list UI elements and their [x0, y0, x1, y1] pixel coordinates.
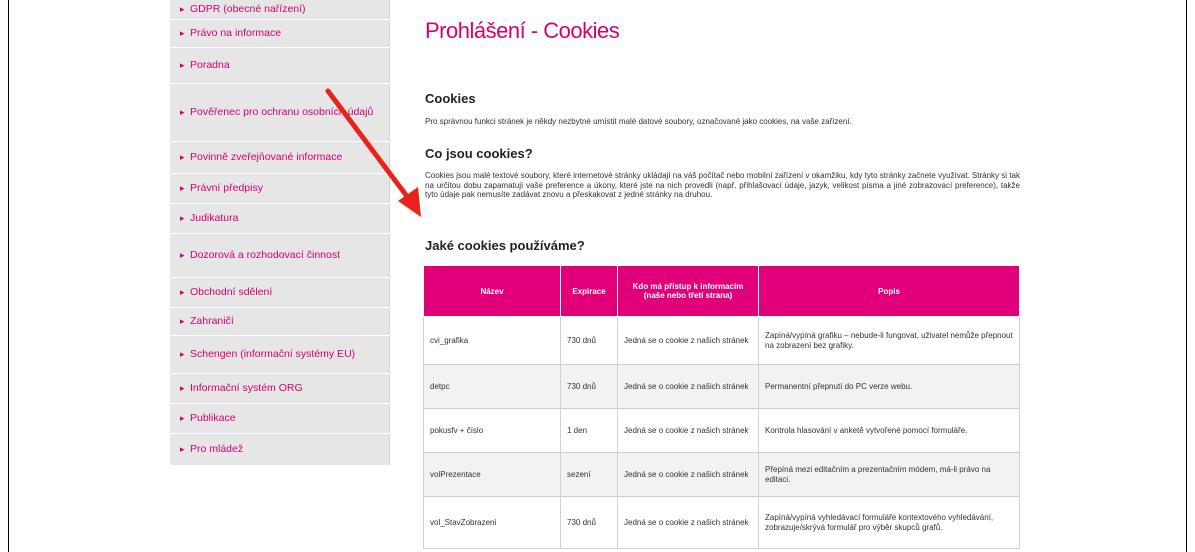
section-text-what-are-cookies: Cookies jsou malé textové soubory, které… — [425, 171, 1020, 199]
cell-access: Jedná se o cookie z našich stránek — [617, 496, 759, 549]
cell-expiry: 1 den — [560, 408, 618, 453]
chevron-right-icon: ▸ — [180, 250, 185, 260]
column-header-description: Popis — [758, 265, 1020, 317]
cell-expiry: sezení — [560, 452, 618, 497]
chevron-right-icon: ▸ — [180, 349, 185, 359]
chevron-right-icon: ▸ — [180, 413, 185, 423]
table-row: volPrezentace sezení Jedná se o cookie z… — [423, 452, 1020, 497]
chevron-right-icon: ▸ — [180, 28, 185, 38]
table-row: detpc 730 dnů Jedná se o cookie z našich… — [423, 364, 1020, 409]
page-title: Prohlášení - Cookies — [425, 18, 620, 43]
cell-access: Jedná se o cookie z našich stránek — [617, 316, 759, 365]
sidebar-nav: ▸ GDPR (obecné nařízení) ▸ Právo na inform… — [170, 0, 390, 466]
cell-name: detpc — [423, 364, 561, 409]
chevron-right-icon: ▸ — [180, 287, 185, 297]
chevron-right-icon: ▸ — [180, 316, 185, 326]
chevron-right-icon: ▸ — [180, 183, 185, 193]
sidebar-item-dozorova-cinnost[interactable]: ▸ Dozorová a rozhodovací činnost — [170, 234, 390, 278]
cell-access: Jedná se o cookie z našich stránek — [617, 408, 759, 453]
column-header-access: Kdo má přístup k informacím (naše nebo t… — [617, 265, 759, 317]
chevron-right-icon: ▸ — [180, 383, 185, 393]
table-row: cvi_grafika 730 dnů Jedná se o cookie z … — [423, 316, 1020, 365]
table-header-row: Název Expirace Kdo má přístup k informac… — [423, 265, 1020, 317]
chevron-right-icon: ▸ — [180, 107, 185, 117]
cell-description: Permanentní přepnutí do PC verze webu. — [758, 364, 1020, 409]
cell-access: Jedná se o cookie z našich stránek — [617, 364, 759, 409]
cell-name: vol_StavZobrazeni — [423, 496, 561, 549]
sidebar-item-pravo-na-informace[interactable]: ▸ Právo na informace — [170, 20, 390, 48]
sidebar-item-obchodni-sdeleni[interactable]: ▸ Obchodní sdělení — [170, 278, 390, 308]
chevron-right-icon: ▸ — [180, 444, 185, 454]
cell-expiry: 730 dnů — [560, 496, 618, 549]
sidebar-item-schengen[interactable]: ▸ Schengen (informační systémy EU) — [170, 336, 390, 374]
cookies-table: Název Expirace Kdo má přístup k informac… — [423, 265, 1020, 549]
section-heading-which-cookies: Jaké cookies používáme? — [425, 238, 585, 253]
cell-access: Jedná se o cookie z našich stránek — [617, 452, 759, 497]
cell-name: volPrezentace — [423, 452, 561, 497]
cell-description: Kontrola hlasování v anketě vytvořené po… — [758, 408, 1020, 453]
section-heading-cookies: Cookies — [425, 91, 476, 106]
cell-name: cvi_grafika — [423, 316, 561, 365]
cell-description: Zapíná/vypíná grafiku – nebude-li fungov… — [758, 316, 1020, 365]
chevron-right-icon: ▸ — [180, 152, 185, 162]
chevron-right-icon: ▸ — [180, 4, 185, 14]
table-row: pokusfv + číslo 1 den Jedná se o cookie … — [423, 408, 1020, 453]
cell-description: Zapíná/vypíná vyhledávací formuláře kont… — [758, 496, 1020, 549]
cell-expiry: 730 dnů — [560, 316, 618, 365]
chevron-right-icon: ▸ — [180, 60, 185, 70]
cell-name: pokusfv + číslo — [423, 408, 561, 453]
sidebar-item-zahranici[interactable]: ▸ Zahraničí — [170, 308, 390, 336]
sidebar-item-poradna[interactable]: ▸ Poradna — [170, 48, 390, 84]
column-header-expiry: Expirace — [560, 265, 618, 317]
section-text-cookies: Pro správnou funkci stránek je někdy nez… — [425, 117, 852, 126]
cell-description: Přepíná mezi editačním a prezentačním mó… — [758, 452, 1020, 497]
sidebar-item-pro-mladez[interactable]: ▸ Pro mládež — [170, 434, 390, 466]
section-heading-what-are-cookies: Co jsou cookies? — [425, 146, 533, 161]
table-row: vol_StavZobrazeni 730 dnů Jedná se o coo… — [423, 496, 1020, 549]
column-header-name: Název — [423, 265, 561, 317]
sidebar-item-gdpr[interactable]: ▸ GDPR (obecné nařízení) — [170, 0, 390, 20]
red-arrow-annotation — [325, 88, 421, 217]
cell-expiry: 730 dnů — [560, 364, 618, 409]
sidebar-item-is-org[interactable]: ▸ Informační systém ORG — [170, 374, 390, 404]
sidebar-item-publikace[interactable]: ▸ Publikace — [170, 404, 390, 434]
chevron-right-icon: ▸ — [180, 213, 185, 223]
